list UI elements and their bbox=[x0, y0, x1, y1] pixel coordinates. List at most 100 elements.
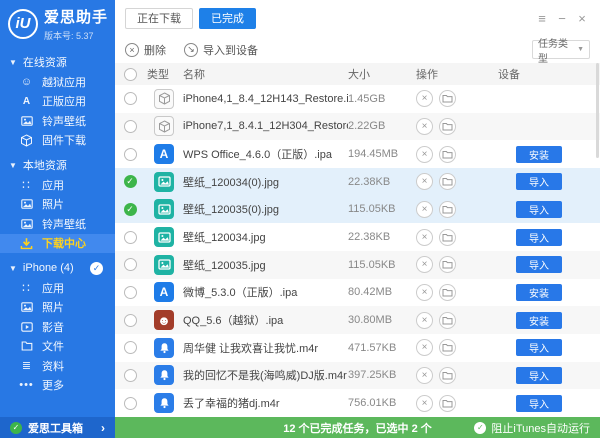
table-row[interactable]: iPhone4,1_8.4_12H143_Restore.ipsw1.45GB× bbox=[115, 85, 600, 113]
row-checkbox[interactable] bbox=[124, 148, 137, 161]
delete-task-icon[interactable]: × bbox=[416, 284, 433, 301]
table-row[interactable]: ☻QQ_5.6（越狱）.ipa30.80MB×安装 bbox=[115, 306, 600, 334]
sidebar-item-more-dots[interactable]: •••更多 bbox=[0, 376, 115, 396]
section-label: iPhone (4) bbox=[23, 262, 74, 274]
import-button[interactable]: 导入 bbox=[516, 173, 562, 190]
sidebar-item-info-list[interactable]: ≣资料 bbox=[0, 356, 115, 376]
sidebar-item-media[interactable]: 影音 bbox=[0, 317, 115, 337]
section-label: 在线资源 bbox=[23, 54, 67, 70]
sidebar-item-files[interactable]: 文件 bbox=[0, 337, 115, 357]
table-row[interactable]: A微博_5.3.0（正版）.ipa80.42MB×安装 bbox=[115, 279, 600, 307]
import-to-device-button[interactable]: ↘ 导入到设备 bbox=[184, 42, 258, 58]
file-size: 115.05KB bbox=[348, 259, 416, 271]
open-folder-icon[interactable] bbox=[439, 173, 456, 190]
import-button[interactable]: 导入 bbox=[516, 367, 562, 384]
sidebar-item-photos[interactable]: 照片 bbox=[0, 298, 115, 318]
task-type-dropdown[interactable]: 任务类型 ▼ bbox=[532, 40, 590, 59]
row-checkbox[interactable] bbox=[124, 397, 137, 410]
sidebar-item-apps-grid[interactable]: ∷应用 bbox=[0, 278, 115, 298]
file-size: 115.05KB bbox=[348, 203, 416, 215]
tab-completed[interactable]: 已完成 bbox=[199, 8, 256, 29]
image-file-icon bbox=[154, 227, 174, 247]
check-circle-icon: ✓ bbox=[474, 422, 486, 434]
open-folder-icon[interactable] bbox=[439, 339, 456, 356]
sidebar-footer-toolbox[interactable]: ✓ 爱思工具箱 › bbox=[0, 417, 115, 438]
tab-downloading[interactable]: 正在下载 bbox=[125, 8, 193, 29]
delete-task-icon[interactable]: × bbox=[416, 229, 433, 246]
row-checkbox[interactable] bbox=[124, 258, 137, 271]
open-folder-icon[interactable] bbox=[439, 256, 456, 273]
row-checkbox[interactable] bbox=[124, 314, 137, 327]
sidebar-item-ringtone-wallpaper[interactable]: 铃声壁纸 bbox=[0, 214, 115, 234]
delete-task-icon[interactable]: × bbox=[416, 367, 433, 384]
sidebar-section-header[interactable]: ▼本地资源 bbox=[0, 155, 115, 175]
delete-task-icon[interactable]: × bbox=[416, 173, 433, 190]
row-checkbox[interactable] bbox=[124, 369, 137, 382]
block-itunes-toggle[interactable]: ✓ 阻止iTunes自动运行 bbox=[474, 420, 600, 436]
sidebar-item-apps-grid[interactable]: ∷应用 bbox=[0, 175, 115, 195]
delete-task-icon[interactable]: × bbox=[416, 201, 433, 218]
open-folder-icon[interactable] bbox=[439, 367, 456, 384]
sidebar-section-header[interactable]: ▼在线资源 bbox=[0, 52, 115, 72]
import-button[interactable]: 导入 bbox=[516, 201, 562, 218]
table-row[interactable]: ✓壁纸_120035(0).jpg115.05KB×导入 bbox=[115, 196, 600, 224]
open-folder-icon[interactable] bbox=[439, 312, 456, 329]
open-folder-icon[interactable] bbox=[439, 146, 456, 163]
sidebar-item-genuine-apps[interactable]: A正版应用 bbox=[0, 92, 115, 112]
delete-task-icon[interactable]: × bbox=[416, 339, 433, 356]
vertical-scrollbar[interactable] bbox=[596, 63, 599, 158]
row-checkbox[interactable] bbox=[124, 286, 137, 299]
minimize-icon[interactable]: − bbox=[552, 8, 572, 28]
open-folder-icon[interactable] bbox=[439, 118, 456, 135]
install-button[interactable]: 安装 bbox=[516, 284, 562, 301]
file-size: 1.45GB bbox=[348, 93, 416, 105]
table-row[interactable]: 丢了幸福的猪dj.m4r756.01KB×导入 bbox=[115, 389, 600, 417]
open-folder-icon[interactable] bbox=[439, 229, 456, 246]
media-icon bbox=[20, 320, 33, 333]
row-checkbox[interactable] bbox=[124, 341, 137, 354]
open-folder-icon[interactable] bbox=[439, 284, 456, 301]
import-button[interactable]: 导入 bbox=[516, 339, 562, 356]
delete-task-icon[interactable]: × bbox=[416, 312, 433, 329]
delete-task-icon[interactable]: × bbox=[416, 146, 433, 163]
files-icon bbox=[20, 340, 33, 353]
row-checkbox[interactable]: ✓ bbox=[124, 175, 137, 188]
install-button[interactable]: 安装 bbox=[516, 146, 562, 163]
import-button[interactable]: 导入 bbox=[516, 395, 562, 412]
device-connected-check-icon: ✓ bbox=[90, 262, 103, 275]
sidebar-item-download-center[interactable]: 下载中心 bbox=[0, 234, 115, 254]
sidebar-section-header[interactable]: ▼iPhone (4)✓ bbox=[0, 258, 115, 278]
install-button[interactable]: 安装 bbox=[516, 312, 562, 329]
open-folder-icon[interactable] bbox=[439, 90, 456, 107]
open-folder-icon[interactable] bbox=[439, 395, 456, 412]
delete-circle-icon: × bbox=[125, 43, 139, 57]
delete-task-icon[interactable]: × bbox=[416, 395, 433, 412]
table-row[interactable]: 壁纸_120034.jpg22.38KB×导入 bbox=[115, 223, 600, 251]
sidebar-item-photos[interactable]: 照片 bbox=[0, 195, 115, 215]
table-row[interactable]: 壁纸_120035.jpg115.05KB×导入 bbox=[115, 251, 600, 279]
open-folder-icon[interactable] bbox=[439, 201, 456, 218]
table-row[interactable]: AWPS Office_4.6.0（正版）.ipa194.45MB×安装 bbox=[115, 140, 600, 168]
import-button[interactable]: 导入 bbox=[516, 229, 562, 246]
table-row[interactable]: 周华健 让我欢喜让我忧.m4r471.57KB×导入 bbox=[115, 334, 600, 362]
close-icon[interactable]: × bbox=[572, 8, 592, 28]
delete-task-icon[interactable]: × bbox=[416, 118, 433, 135]
sidebar-item-label: 照片 bbox=[42, 299, 64, 315]
delete-task-icon[interactable]: × bbox=[416, 256, 433, 273]
file-size: 22.38KB bbox=[348, 176, 416, 188]
sidebar-item-jailbreak-apps[interactable]: ☺越狱应用 bbox=[0, 72, 115, 92]
row-checkbox[interactable]: ✓ bbox=[124, 203, 137, 216]
select-all-checkbox[interactable] bbox=[124, 68, 137, 81]
row-checkbox[interactable] bbox=[124, 120, 137, 133]
delete-task-icon[interactable]: × bbox=[416, 90, 433, 107]
row-checkbox[interactable] bbox=[124, 231, 137, 244]
table-row[interactable]: iPhone7,1_8.4.1_12H304_Restore.ipsw2.22G… bbox=[115, 113, 600, 141]
table-row[interactable]: 我的回忆不是我(海鸣威)DJ版.m4r397.25KB×导入 bbox=[115, 362, 600, 390]
delete-button[interactable]: × 删除 bbox=[125, 42, 166, 58]
import-button[interactable]: 导入 bbox=[516, 256, 562, 273]
menu-icon[interactable]: ≡ bbox=[532, 8, 552, 28]
sidebar-item-firmware-download[interactable]: 固件下载 bbox=[0, 131, 115, 151]
sidebar-item-ringtone-wallpaper[interactable]: 铃声壁纸 bbox=[0, 111, 115, 131]
table-row[interactable]: ✓壁纸_120034(0).jpg22.38KB×导入 bbox=[115, 168, 600, 196]
row-checkbox[interactable] bbox=[124, 92, 137, 105]
